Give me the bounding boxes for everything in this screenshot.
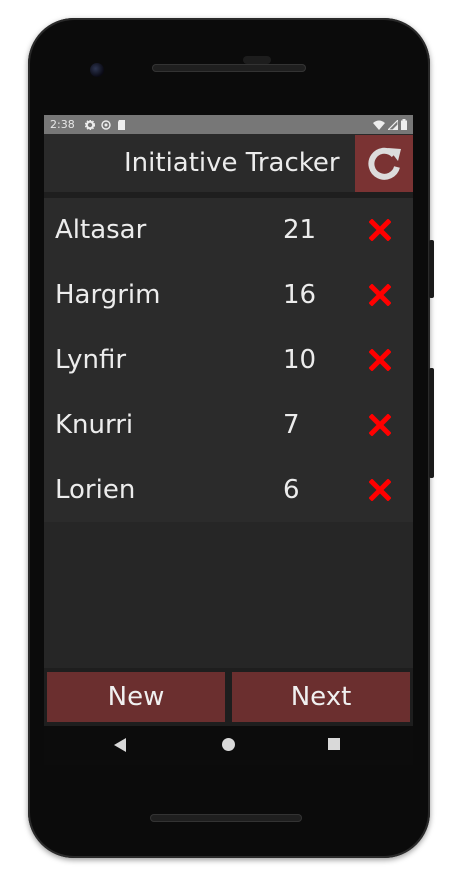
sync-icon	[101, 119, 111, 130]
recents-square-icon[interactable]	[328, 738, 340, 750]
combatant-name: Lynfir	[55, 345, 127, 375]
remove-button[interactable]	[368, 413, 392, 437]
status-bar: 2:38	[44, 115, 413, 134]
remove-button[interactable]	[368, 478, 392, 502]
wifi-icon	[373, 120, 385, 130]
system-nav-bar	[44, 726, 413, 765]
close-x-icon	[369, 219, 391, 241]
volume-button	[429, 368, 434, 478]
combatant-name: Altasar	[55, 215, 147, 245]
app-screen: 2:38 Initiative Tracker Altasar 21 Hargrim…	[44, 115, 413, 765]
initiative-value: 10	[283, 345, 317, 375]
status-time: 2:38	[50, 118, 75, 131]
close-x-icon	[369, 479, 391, 501]
next-button[interactable]: Next	[232, 672, 410, 722]
combatant-name: Knurri	[55, 410, 134, 440]
gear-icon	[84, 119, 95, 130]
remove-button[interactable]	[368, 283, 392, 307]
combatant-name: Lorien	[55, 475, 136, 505]
home-circle-icon[interactable]	[222, 738, 235, 751]
remove-button[interactable]	[368, 348, 392, 372]
close-x-icon	[369, 284, 391, 306]
initiative-value: 21	[283, 215, 317, 245]
sd-card-icon	[117, 119, 125, 130]
list-item[interactable]: Hargrim 16	[44, 263, 413, 328]
combatant-name: Hargrim	[55, 280, 161, 310]
new-button[interactable]: New	[47, 672, 225, 722]
empty-list-area	[44, 522, 413, 668]
refresh-icon	[368, 147, 401, 180]
initiative-value: 6	[283, 475, 300, 505]
battery-icon	[401, 119, 407, 130]
reset-button[interactable]	[355, 135, 413, 192]
list-item[interactable]: Knurri 7	[44, 393, 413, 458]
list-item[interactable]: Altasar 21	[44, 198, 413, 263]
close-x-icon	[369, 349, 391, 371]
remove-button[interactable]	[368, 218, 392, 242]
signal-icon	[388, 119, 398, 130]
earpiece-notch	[243, 56, 271, 64]
top-speaker-grille	[152, 64, 306, 72]
combatant-list: Altasar 21 Hargrim 16 Lynfir 10 Knurri 7 Lorien 6	[44, 198, 413, 522]
initiative-value: 7	[283, 410, 300, 440]
close-x-icon	[369, 414, 391, 436]
back-triangle-icon[interactable]	[114, 738, 127, 752]
initiative-value: 16	[283, 280, 317, 310]
list-item[interactable]: Lynfir 10	[44, 328, 413, 393]
bottom-speaker-grille	[150, 814, 302, 822]
app-title: Initiative Tracker	[124, 148, 340, 178]
bottom-bar: New Next	[44, 668, 413, 726]
app-bar: Initiative Tracker	[44, 134, 413, 192]
power-button	[429, 240, 434, 298]
list-item[interactable]: Lorien 6	[44, 458, 413, 523]
front-camera	[90, 63, 104, 77]
